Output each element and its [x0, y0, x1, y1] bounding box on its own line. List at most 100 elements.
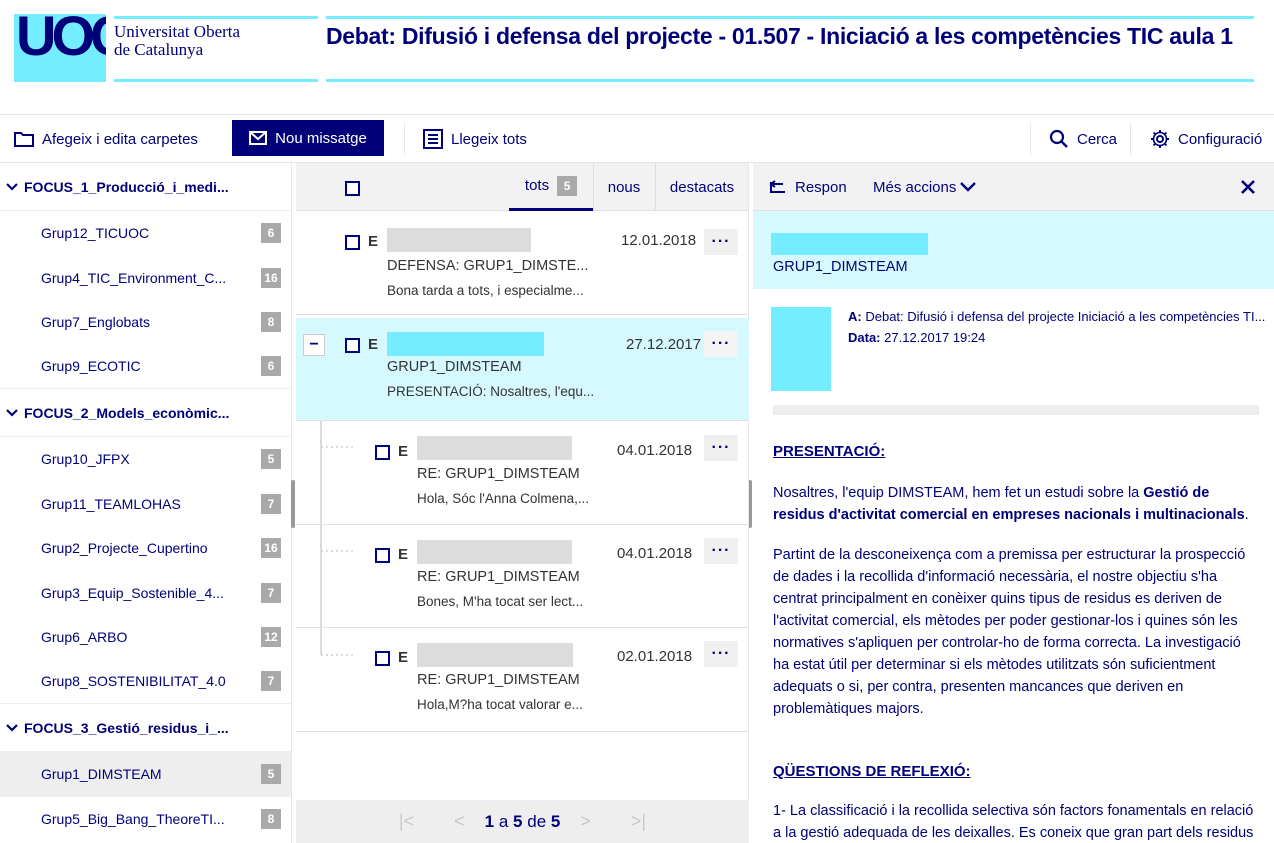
- sidebar-item-group[interactable]: Grup11_TEAMLOHAS 7: [0, 482, 291, 527]
- tab-new-label: nous: [607, 178, 641, 196]
- tab-all[interactable]: tots 5: [509, 163, 593, 211]
- message-subject: RE: GRUP1_DIMSTEAM: [417, 569, 580, 585]
- sidebar-item-group[interactable]: Grup6_ARBO 12: [0, 615, 291, 660]
- message-flag: E: [398, 443, 409, 460]
- message-checkbox[interactable]: [375, 651, 390, 666]
- more-options-button[interactable]: ···: [704, 435, 738, 461]
- sidebar-item-group[interactable]: Grup5_Big_Bang_TheoreTI... 8: [0, 797, 291, 842]
- redacted-sender-name: [387, 332, 544, 356]
- message-row[interactable]: E 12.01.2018 ··· DEFENSA: GRUP1_DIMSTE..…: [296, 212, 749, 315]
- sidebar-item-group[interactable]: Grup8_SOSTENIBILITAT_4.0 7: [0, 660, 291, 704]
- toolbar-divider: [404, 123, 405, 155]
- more-options-button[interactable]: ···: [704, 229, 738, 255]
- message-checkbox[interactable]: [375, 445, 390, 460]
- unread-count-badge: 6: [261, 356, 281, 377]
- reply-button[interactable]: Respon: [769, 163, 847, 211]
- gear-icon: [1151, 130, 1169, 148]
- sidebar: FOCUS_1_Producció_i_medi... Grup12_TICUO…: [0, 163, 292, 843]
- collapse-thread-button[interactable]: −: [303, 334, 325, 356]
- message-checkbox[interactable]: [345, 235, 360, 250]
- more-options-button[interactable]: ···: [704, 331, 738, 357]
- tab-starred[interactable]: destacats: [655, 163, 749, 211]
- message-subject: RE: GRUP1_DIMSTEAM: [417, 672, 580, 688]
- search-label: Cerca: [1077, 130, 1118, 148]
- sidebar-item-group[interactable]: Grup9_ECOTIC 6: [0, 345, 291, 389]
- university-line-1: Universitat Oberta: [114, 22, 241, 41]
- toolbar: Afegeix i edita carpetes Nou missatge Ll…: [0, 115, 1274, 163]
- sidebar-item-label: Grup8_SOSTENIBILITAT_4.0: [41, 673, 226, 690]
- chevron-down-icon: [6, 182, 18, 191]
- sidebar-resize-handle[interactable]: [291, 480, 295, 528]
- more-actions-dropdown[interactable]: Més accions: [873, 163, 977, 211]
- add-edit-folders-label: Afegeix i edita carpetes: [42, 130, 198, 148]
- section-title: PRESENTACIÓ:: [773, 443, 886, 460]
- sidebar-item-label: Grup7_Englobats: [41, 314, 150, 331]
- sidebar-item-group[interactable]: Grup3_Equip_Sostenible_4... 7: [0, 571, 291, 616]
- university-name: Universitat Oberta de Catalunya: [114, 16, 318, 82]
- sidebar-item-group[interactable]: Grup4_TIC_Environment_C... 16: [0, 256, 291, 301]
- sidebar-folder[interactable]: FOCUS_3_Gestió_residus_i_...: [0, 704, 291, 752]
- sidebar-item-group[interactable]: Grup10_JFPX 5: [0, 437, 291, 482]
- page-header: UOC Universitat Oberta de Catalunya Deba…: [0, 0, 1274, 115]
- message-checkbox[interactable]: [375, 548, 390, 563]
- reply-icon: [769, 180, 785, 193]
- unread-count-badge: 7: [261, 493, 281, 514]
- search-button[interactable]: Cerca: [1049, 115, 1117, 163]
- message-subject: GRUP1_DIMSTEAM: [387, 359, 522, 375]
- message-paragraph: Partint de la desconeixença com a premis…: [773, 547, 1246, 717]
- previous-page-button[interactable]: <: [454, 811, 465, 832]
- uoc-logo[interactable]: UOC: [14, 14, 106, 82]
- message-row[interactable]: E 04.01.2018 ··· RE: GRUP1_DIMSTEAM Hola…: [296, 422, 749, 525]
- more-options-button[interactable]: ···: [704, 641, 738, 667]
- sidebar-folder-label: FOCUS_3_Gestió_residus_i_...: [24, 719, 229, 736]
- message-row-selected[interactable]: − E 27.12.2017 ··· GRUP1_DIMSTEAM PRESEN…: [296, 318, 749, 421]
- first-page-button[interactable]: |<: [399, 811, 414, 832]
- date-label: Data:: [848, 330, 881, 345]
- unread-count-badge: 8: [261, 312, 281, 333]
- unread-count-badge: 16: [261, 267, 281, 288]
- sidebar-item-label: Grup1_DIMSTEAM: [41, 766, 162, 783]
- redacted-sender-name: [417, 436, 572, 460]
- sidebar-item-group[interactable]: Grup7_Englobats 8: [0, 300, 291, 345]
- new-message-label: Nou missatge: [275, 129, 367, 147]
- tab-new[interactable]: nous: [593, 163, 655, 211]
- last-page-button[interactable]: >|: [631, 811, 646, 832]
- message-row[interactable]: E 04.01.2018 ··· RE: GRUP1_DIMSTEAM Bone…: [296, 525, 749, 628]
- redacted-sender-name: [387, 228, 531, 252]
- sidebar-folder[interactable]: FOCUS_2_Models_econòmic...: [0, 389, 291, 437]
- folder-icon: [14, 132, 34, 147]
- message-checkbox[interactable]: [345, 338, 360, 353]
- tab-all-label: tots: [524, 177, 550, 194]
- message-flag: E: [398, 546, 409, 563]
- unread-count-badge: 5: [261, 764, 281, 785]
- unread-count-badge: 16: [261, 538, 281, 559]
- more-options-button[interactable]: ···: [704, 538, 738, 564]
- sidebar-item-group-active[interactable]: Grup1_DIMSTEAM 5: [0, 752, 291, 797]
- sidebar-folder[interactable]: FOCUS_1_Producció_i_medi...: [0, 163, 291, 211]
- read-all-button[interactable]: Llegeix tots: [423, 115, 527, 163]
- settings-button[interactable]: Configuració: [1150, 115, 1262, 163]
- page-title-wrap: Debat: Difusió i defensa del projecte - …: [326, 16, 1254, 82]
- toolbar-divider: [1030, 123, 1031, 155]
- pagination: |< < 1 a 5 de 5 > >|: [296, 800, 749, 843]
- message-subject: RE: GRUP1_DIMSTEAM: [417, 466, 580, 482]
- add-edit-folders-button[interactable]: Afegeix i edita carpetes: [14, 115, 198, 163]
- message-preview: Hola, Sóc l'Anna Colmena,...: [417, 491, 590, 506]
- message-row[interactable]: E 02.01.2018 ··· RE: GRUP1_DIMSTEAM Hola…: [296, 629, 749, 732]
- message-paragraph: 1- La classificació i la recollida selec…: [773, 803, 1254, 841]
- close-button[interactable]: [1241, 163, 1255, 211]
- next-page-button[interactable]: >: [580, 811, 591, 832]
- to-value: Debat: Difusió i defensa del projecte In…: [865, 309, 1266, 324]
- select-all-checkbox[interactable]: [345, 181, 360, 196]
- sidebar-item-label: Grup2_Projecte_Cupertino: [41, 540, 208, 557]
- sidebar-item-group[interactable]: Grup2_Projecte_Cupertino 16: [0, 526, 291, 571]
- sidebar-item-group[interactable]: Grup12_TICUOC 6: [0, 211, 291, 256]
- redacted-sender-name: [417, 643, 573, 667]
- divider-bar: [773, 405, 1259, 415]
- list-icon: [423, 129, 443, 149]
- sidebar-folder-label: FOCUS_2_Models_econòmic...: [24, 404, 230, 421]
- message-preview: Bona tarda a tots, i especialme...: [387, 283, 584, 298]
- new-message-button[interactable]: Nou missatge: [232, 120, 384, 156]
- section-title: QÜESTIONS DE REFLEXIÓ:: [773, 763, 971, 780]
- sidebar-item-label: Grup10_JFPX: [41, 451, 130, 468]
